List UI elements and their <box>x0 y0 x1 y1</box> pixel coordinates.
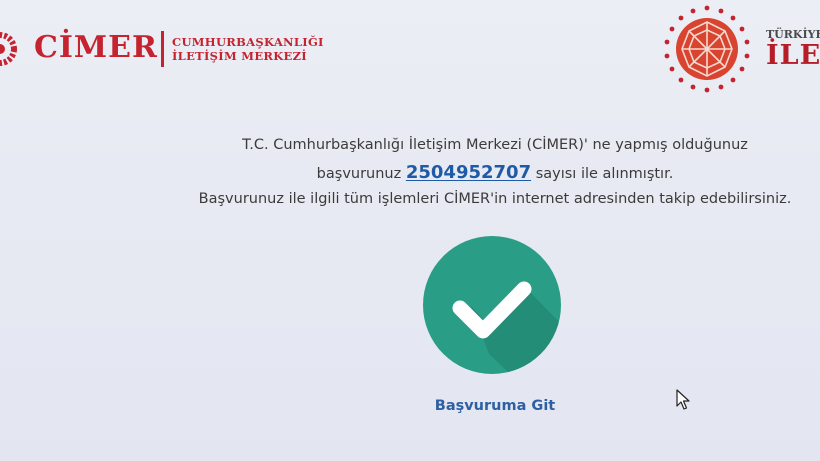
page-header: CİMER CUMHURBAŞKANLIĞI İLETİŞİM MERKEZİ <box>0 0 820 100</box>
message-line-2-suffix: sayısı ile alınmıştır. <box>535 166 674 182</box>
cimer-subtitle: CUMHURBAŞKANLIĞI İLETİŞİM MERKEZİ <box>172 35 324 63</box>
cimer-logo-icon <box>0 32 17 66</box>
cimer-subtitle-line2: İLETİŞİM MERKEZİ <box>172 49 307 63</box>
mouse-pointer-icon <box>676 389 690 410</box>
message-line-3: Başvurunuz ile ilgili tüm işlemleri CİME… <box>198 191 792 207</box>
message-line-1: T.C. Cumhurbaşkanlığı İletişim Merkezi (… <box>242 137 748 153</box>
message-line-2: başvurunuz 2504952707 sayısı ile alınmış… <box>0 159 820 186</box>
presidency-emblem-icon <box>664 5 750 93</box>
go-to-application-link[interactable]: Başvuruma Git <box>405 398 585 414</box>
right-brand-title: İLET <box>766 40 820 71</box>
message-line-2-prefix: başvurunuz <box>316 166 402 182</box>
confirmation-message: T.C. Cumhurbaşkanlığı İletişim Merkezi (… <box>0 132 820 213</box>
logo-divider <box>161 31 164 67</box>
application-number-link[interactable]: 2504952707 <box>406 162 531 183</box>
check-circle-icon <box>423 236 561 374</box>
cimer-wordmark: CİMER <box>34 30 158 65</box>
cimer-subtitle-line1: CUMHURBAŞKANLIĞI <box>172 35 324 49</box>
